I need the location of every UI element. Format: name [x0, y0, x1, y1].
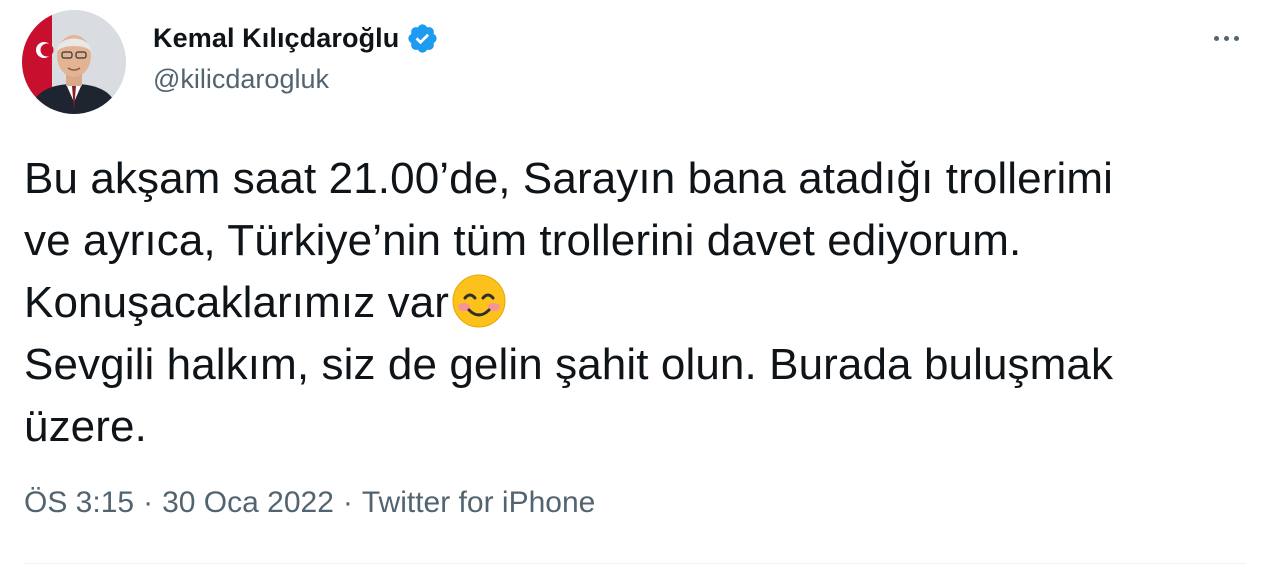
- more-dot: [1213, 35, 1219, 41]
- author-name-row: Kemal Kılıçdaroğlu: [153, 18, 439, 58]
- tweet-time[interactable]: ÖS 3:15: [24, 486, 134, 520]
- meta-separator: ·: [342, 486, 353, 519]
- tweet-line: Sevgili halkım, siz de gelin şahit olun.…: [24, 340, 1114, 389]
- avatar-image: [22, 10, 126, 114]
- tweet-line: Konuşacaklarımız var: [24, 278, 450, 327]
- smiling-face-emoji-icon: [451, 273, 507, 329]
- tweet-source-link[interactable]: Twitter for iPhone: [362, 486, 595, 520]
- more-options-icon[interactable]: [1206, 22, 1246, 54]
- tweet-line: ve ayrıca, Türkiye’nin tüm trollerini da…: [24, 216, 1022, 265]
- tweet-text: Bu akşam saat 21.00’de, Sarayın bana ata…: [24, 148, 1264, 458]
- tweet-date[interactable]: 30 Oca 2022: [162, 486, 334, 520]
- author-avatar[interactable]: [22, 10, 126, 114]
- tweet-line: üzere.: [24, 402, 147, 451]
- more-dot: [1223, 35, 1229, 41]
- tweet-line-with-emoji: Konuşacaklarımız var: [24, 272, 1264, 334]
- author-handle[interactable]: @kilicdarogluk: [153, 64, 329, 95]
- more-dot: [1233, 35, 1239, 41]
- divider: [24, 563, 1246, 564]
- author-display-name[interactable]: Kemal Kılıçdaroğlu: [153, 23, 399, 54]
- meta-separator: ·: [143, 486, 154, 519]
- tweet-line: Bu akşam saat 21.00’de, Sarayın bana ata…: [24, 154, 1113, 203]
- verified-badge-icon: [406, 22, 439, 55]
- tweet-metadata: ÖS 3:15 · 30 Oca 2022 · Twitter for iPho…: [24, 486, 595, 520]
- tweet-card: Kemal Kılıçdaroğlu @kilicdarogluk Bu akş…: [0, 0, 1280, 572]
